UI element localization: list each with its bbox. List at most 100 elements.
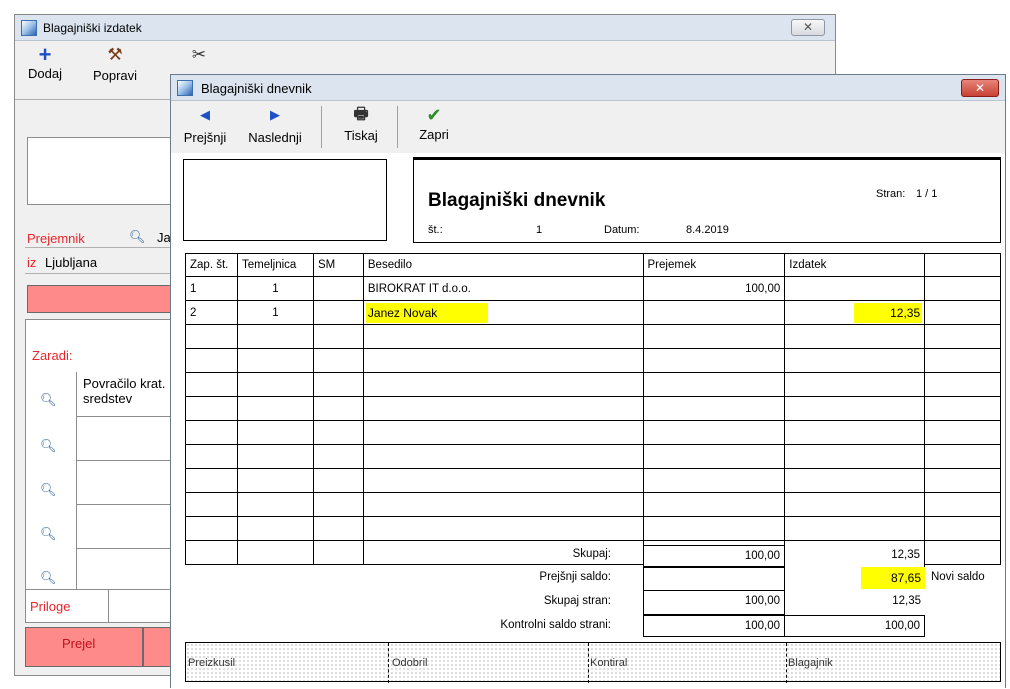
previous-button[interactable]: ◀ Prejšnji <box>177 106 233 145</box>
background-close-button[interactable]: ✕ <box>791 19 825 36</box>
scissors-icon: ✂ <box>191 45 207 64</box>
table-row <box>185 420 1001 445</box>
hammer-icon: ⚒ <box>107 45 123 64</box>
column-header: Temeljnica <box>236 253 314 277</box>
table-header-row: Zap. št. Temeljnica SM Besedilo Prejemek… <box>185 253 1001 277</box>
received-button[interactable]: Prejel <box>25 627 143 667</box>
column-header: Zap. št. <box>185 253 238 277</box>
reason-line-2[interactable]: sredstev <box>83 391 132 406</box>
page-label: Stran: <box>876 188 906 200</box>
print-button-label: Tiskaj <box>344 128 378 143</box>
table-row <box>185 492 1001 517</box>
edit-button[interactable]: ⚒ Popravi <box>85 45 145 84</box>
reason-row-divider <box>77 416 177 417</box>
signature-tester: Preizkusil <box>188 657 236 669</box>
previous-balance-empty <box>643 567 785 591</box>
column-header: Prejemek <box>642 253 786 277</box>
signature-approver: Odobril <box>392 657 428 669</box>
reason-row-divider <box>77 504 177 505</box>
reason-row-divider <box>77 460 177 461</box>
column-header: Izdatek <box>784 253 926 277</box>
arrow-left-icon: ◀ <box>200 107 210 122</box>
signature-divider <box>388 643 389 683</box>
column-header: Besedilo <box>362 253 644 277</box>
background-spacer <box>15 101 171 131</box>
signature-divider <box>588 643 589 683</box>
recipient-value[interactable]: Ja <box>157 230 171 245</box>
reason-panel: Zaradi: Povračilo krat. sredstev 🔍︎ 🔍︎ 🔍… <box>25 319 177 601</box>
reason-search-icon[interactable]: 🔍︎ <box>40 392 57 408</box>
second-signature-button[interactable] <box>143 627 173 667</box>
reason-list: Povračilo krat. sredstev <box>76 372 177 600</box>
app-icon <box>21 20 37 36</box>
dialog-title: Blagajniški dnevnik <box>201 81 312 96</box>
recipient-label: Prejemnik <box>27 231 85 246</box>
cash-journal-dialog: Blagajniški dnevnik ✕ ◀ Prejšnji ▶ Nasle… <box>170 74 1006 688</box>
add-button[interactable]: + Dodaj <box>25 42 65 82</box>
reason-search-icon[interactable]: 🔍︎ <box>40 482 57 498</box>
total-out: 12,35 <box>785 545 925 567</box>
cell-sm <box>312 300 364 325</box>
report-page: Blagajniški dnevnik Stran: 1 / 1 št.: 1 … <box>171 153 1005 688</box>
signature-cashier: Blagajnik <box>788 657 833 669</box>
from-value[interactable]: Ljubljana <box>45 255 97 270</box>
table-row[interactable]: 2 1 Janez Novak 12,35 <box>185 300 1001 325</box>
reason-line-1[interactable]: Povračilo krat. <box>83 376 165 391</box>
total-label: Skupaj: <box>572 548 611 560</box>
signature-divider <box>786 643 787 683</box>
dialog-toolbar: ◀ Prejšnji ▶ Naslednji 🖶 Tiskaj ✔ Zapri <box>171 102 1005 152</box>
reason-label: Zaradi: <box>32 348 73 363</box>
plus-icon: + <box>38 42 52 67</box>
page-total-in: 100,00 <box>643 591 785 615</box>
column-header: SM <box>312 253 364 277</box>
highlighted-amount: 12,35 <box>854 302 923 323</box>
date-value: 8.4.2019 <box>686 224 729 236</box>
reason-search-icon[interactable]: 🔍︎ <box>40 526 57 542</box>
previous-balance-cell: 87,65 <box>785 567 925 591</box>
summary-block: Skupaj: 100,00 12,35 Prejšnji saldo: 87,… <box>171 545 1005 637</box>
close-report-button[interactable]: ✔ Zapri <box>411 106 457 142</box>
dialog-close-button[interactable]: ✕ <box>961 79 999 97</box>
new-balance-label: Novi saldo <box>931 571 985 583</box>
next-button[interactable]: ▶ Naslednji <box>239 106 311 145</box>
scissors-button[interactable]: ✂ <box>189 46 209 64</box>
from-divider <box>25 273 171 274</box>
cell-temeljnica: 1 <box>236 300 314 325</box>
cell-temeljnica: 1 <box>236 276 314 301</box>
arrow-right-icon: ▶ <box>270 107 280 122</box>
received-label: Prejel <box>62 636 96 651</box>
from-label: iz <box>27 255 37 270</box>
recipient-search-icon[interactable]: 🔍︎ <box>129 229 146 245</box>
background-window-title: Blagajniški izdatek <box>43 21 142 35</box>
table-row <box>185 444 1001 469</box>
cell-besedilo: BIROKRAT IT d.o.o. <box>362 276 644 301</box>
cell-empty <box>924 276 1001 301</box>
signature-controller: Kontiral <box>590 657 628 669</box>
dialog-titlebar[interactable]: Blagajniški dnevnik ✕ <box>171 75 1005 101</box>
cell-izdatek: 12,35 <box>784 300 926 325</box>
reason-search-icon[interactable]: 🔍︎ <box>40 438 57 454</box>
edit-button-label: Popravi <box>92 68 138 83</box>
table-row <box>185 516 1001 541</box>
print-button[interactable]: 🖶 Tiskaj <box>337 106 385 143</box>
logo-box <box>183 159 387 241</box>
cell-empty <box>924 300 1001 325</box>
table-row <box>185 348 1001 373</box>
next-button-label: Naslednji <box>248 130 302 145</box>
attachments-label: Priloge <box>30 599 71 614</box>
page-value: 1 / 1 <box>916 188 938 200</box>
number-value: 1 <box>536 224 543 236</box>
table-row[interactable]: 1 1 BIROKRAT IT d.o.o. 100,00 <box>185 276 1001 301</box>
toolbar-separator <box>321 106 322 148</box>
reason-search-icon[interactable]: 🔍︎ <box>40 570 57 586</box>
cell-zap: 1 <box>185 276 238 301</box>
cell-besedilo: Janez Novak <box>362 300 644 325</box>
attachments-row: Priloge <box>25 589 175 623</box>
background-titlebar[interactable]: Blagajniški izdatek ✕ <box>15 15 835 41</box>
page-total-label: Skupaj stran: <box>543 595 611 607</box>
number-label: št.: <box>428 224 443 236</box>
cell-sm <box>312 276 364 301</box>
total-in: 100,00 <box>643 545 785 567</box>
cell-izdatek <box>784 276 926 301</box>
control-balance-out: 100,00 <box>785 615 925 637</box>
